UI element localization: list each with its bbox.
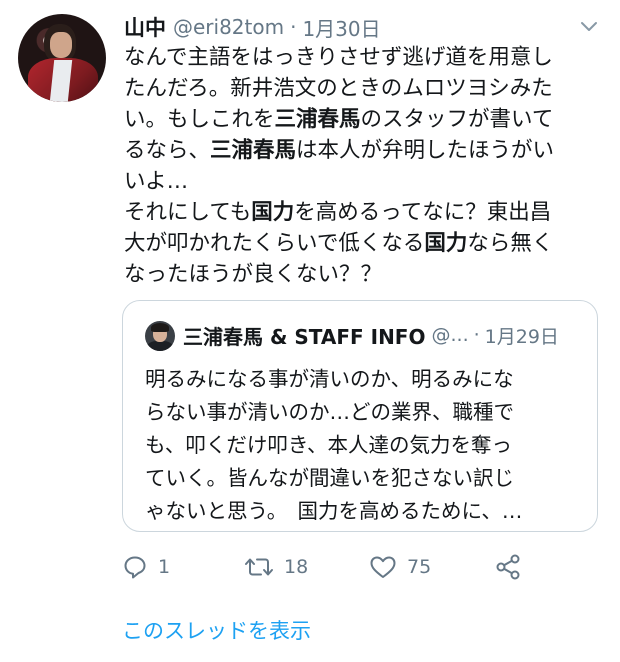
text-segment: なら無く [467,231,554,256]
tweet-text-line: それにしても国力を高めるってなに？東出昌 [124,197,604,228]
quoted-avatar-suit [147,341,173,351]
tweet-text-line: いよ… [124,166,604,197]
text-segment: なんで主語をはっきりさせず逃げ道を用意し [124,45,553,70]
quoted-avatar[interactable] [145,321,175,351]
author-handle[interactable]: @eri82tom [173,15,284,39]
quoted-header: 三浦春馬 & STAFF INFO @... · 1月29日 [183,320,583,350]
text-segment: なったほうが良くない？？ [124,262,383,287]
share-button[interactable] [494,550,522,584]
text-segment: るなら、 [124,138,211,163]
tweet-text-line: るなら、三浦春馬は本人が弁明したほうがい [124,135,604,166]
quoted-tweet[interactable]: 三浦春馬 & STAFF INFO @... · 1月29日 明るみになる事が清… [122,300,598,532]
tweet-text-line: い。もしこれを三浦春馬のスタッフが書いて [124,104,604,135]
separator-dot: · [290,15,297,39]
quoted-text-line: も、叩くだけ叩き、本人達の気力を奪っ [145,433,512,457]
reply-icon [124,556,146,579]
quoted-text: 明るみになる事が清いのか、明るみにな らない事が清いのか…どの業界、職種で も、… [145,363,585,528]
quoted-author-handle: @... [431,324,469,346]
quoted-text-line: ゃないと思う。 国力を高めるために、… [145,499,523,523]
author-name[interactable]: 山中 [124,12,166,42]
text-segment: は本人が弁明したほうがい [296,138,555,163]
quoted-separator-dot: · [473,324,480,346]
text-segment: いよ… [124,169,189,194]
tweet-text-line: なったほうが良くない？？ [124,259,604,290]
quoted-avatar-hair [151,323,169,332]
retweet-button[interactable]: 18 [244,550,308,584]
text-segment: い。もしこれを [124,107,275,132]
reply-button[interactable]: 1 [122,550,170,584]
text-segment: のスタッフが書いて [360,107,554,132]
like-count: 75 [407,556,432,578]
text-segment: を高めるってなに？東出昌 [294,200,552,225]
share-icon [496,554,520,580]
text-segment: 大が叩かれたくらいで低くなる [124,231,425,256]
reply-count: 1 [158,556,171,578]
action-bar: 1 18 75 [122,550,542,584]
tweet-text-line: たんだろ。新井浩文のときのムロツヨシみた [124,73,604,104]
tweet-text: なんで主語をはっきりさせず逃げ道を用意し たんだろ。新井浩文のときのムロツヨシみた… [124,42,604,290]
quoted-text-line: 明るみになる事が清いのか、明るみにな [145,367,514,391]
tweet-text-line: 大が叩かれたくらいで低くなる国力なら無く [124,228,604,259]
highlighted-term: 三浦春馬 [210,138,297,163]
avatar-face [50,32,72,58]
highlighted-term: 国力 [251,200,295,225]
heart-icon [370,556,396,578]
chevron-down-icon[interactable] [578,15,600,37]
quoted-date: 1月29日 [484,325,559,348]
highlighted-term: 国力 [424,231,468,256]
text-segment: たんだろ。新井浩文のときのムロツヨシみた [124,76,553,101]
show-thread-link[interactable]: このスレッドを表示 [122,615,311,645]
tweet-text-line: なんで主語をはっきりさせず逃げ道を用意し [124,42,604,73]
highlighted-term: 三浦春馬 [274,107,361,132]
tweet-date[interactable]: 1月30日 [302,13,380,42]
retweet-count: 18 [284,556,309,578]
quoted-text-line: らない事が清いのか…どの業界、職種で [145,400,514,424]
retweet-icon [245,558,273,576]
like-button[interactable]: 75 [369,550,431,584]
quoted-text-line: ていく。皆んなが間違いを犯さない訳じ [145,466,514,490]
avatar[interactable] [18,14,106,102]
tweet-header: 山中 @eri82tom · 1月30日 [124,12,594,42]
quoted-author-name: 三浦春馬 & STAFF INFO [183,324,426,349]
text-segment: それにしても [124,200,252,225]
